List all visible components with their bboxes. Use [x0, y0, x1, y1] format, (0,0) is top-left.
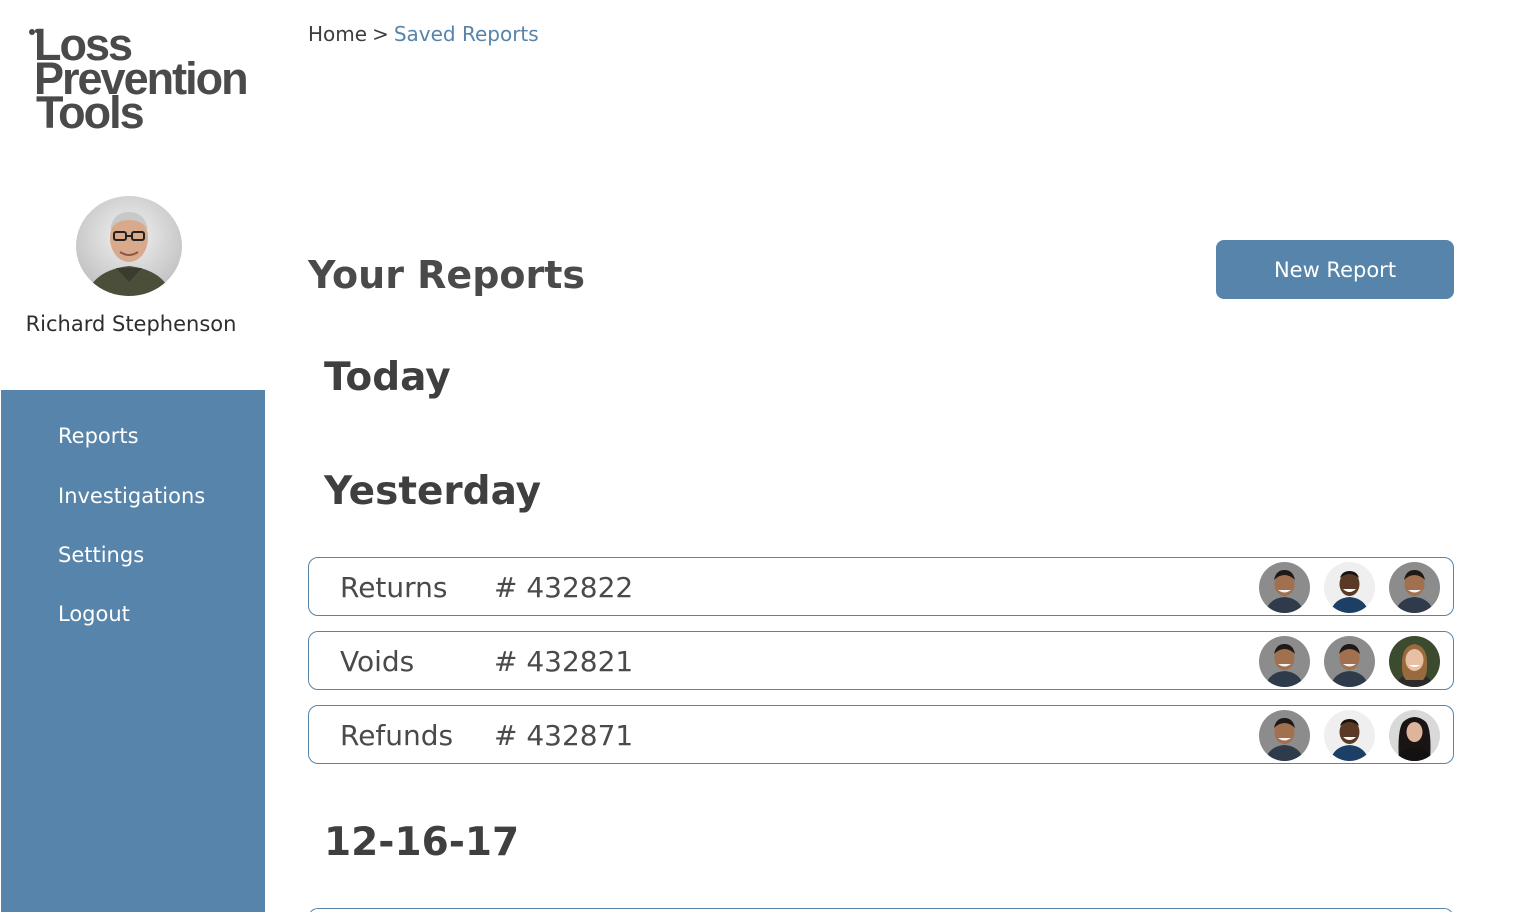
- assignee-avatar[interactable]: [1389, 562, 1440, 613]
- group-heading-date: 12-16-17: [324, 820, 520, 865]
- page-title: Your Reports: [308, 253, 586, 297]
- report-type: Returns: [340, 571, 448, 604]
- person-b-icon: [1324, 710, 1375, 761]
- report-type: Refunds: [340, 719, 454, 752]
- breadcrumb-separator: >: [372, 22, 389, 46]
- assignee-avatar[interactable]: [1259, 562, 1310, 613]
- sidebar-item-logout[interactable]: Logout: [58, 602, 130, 626]
- person-c-icon: [1389, 636, 1440, 687]
- report-number: # 432871: [494, 719, 634, 752]
- assignee-avatar[interactable]: [1324, 636, 1375, 687]
- report-row[interactable]: Voids # 432821: [308, 631, 1454, 690]
- assignee-avatar[interactable]: [1324, 710, 1375, 761]
- assignee-avatar[interactable]: [1324, 562, 1375, 613]
- assignee-avatar[interactable]: [1259, 636, 1310, 687]
- person-d-icon: [1389, 710, 1440, 761]
- group-heading-today: Today: [324, 355, 451, 400]
- sidebar-item-investigations[interactable]: Investigations: [58, 484, 205, 508]
- report-type: Voids: [340, 645, 415, 678]
- logo-bird-icon: [29, 29, 39, 35]
- person-a-icon: [1259, 710, 1310, 761]
- new-report-button[interactable]: New Report: [1216, 240, 1454, 299]
- sidebar-item-settings[interactable]: Settings: [58, 543, 144, 567]
- assignee-avatar[interactable]: [1389, 710, 1440, 761]
- group-heading-yesterday: Yesterday: [324, 469, 542, 514]
- assignee-avatar[interactable]: [1259, 710, 1310, 761]
- breadcrumb-current-link[interactable]: Saved Reports: [394, 22, 539, 46]
- report-row[interactable]: Refunds # 432871: [308, 705, 1454, 764]
- person-a-icon: [1324, 636, 1375, 687]
- user-avatar[interactable]: [76, 196, 182, 296]
- assignee-avatar[interactable]: [1389, 636, 1440, 687]
- person-a-icon: [1389, 562, 1440, 613]
- report-number: # 432822: [494, 571, 634, 604]
- report-row[interactable]: [308, 908, 1454, 912]
- person-b-icon: [1324, 562, 1375, 613]
- user-name: Richard Stephenson: [25, 312, 237, 336]
- person-a-icon: [1259, 636, 1310, 687]
- person-a-icon: [1259, 562, 1310, 613]
- breadcrumb-home-link[interactable]: Home: [308, 22, 367, 46]
- breadcrumb: Home > Saved Reports: [308, 22, 539, 46]
- sidebar-nav: Reports Investigations Settings Logout: [1, 390, 265, 912]
- brand-logo[interactable]: Loss Prevention Tools: [28, 22, 258, 135]
- user-photo-icon: [76, 196, 182, 296]
- sidebar-item-reports[interactable]: Reports: [58, 424, 139, 448]
- report-row[interactable]: Returns # 432822: [308, 557, 1454, 616]
- report-number: # 432821: [494, 645, 634, 678]
